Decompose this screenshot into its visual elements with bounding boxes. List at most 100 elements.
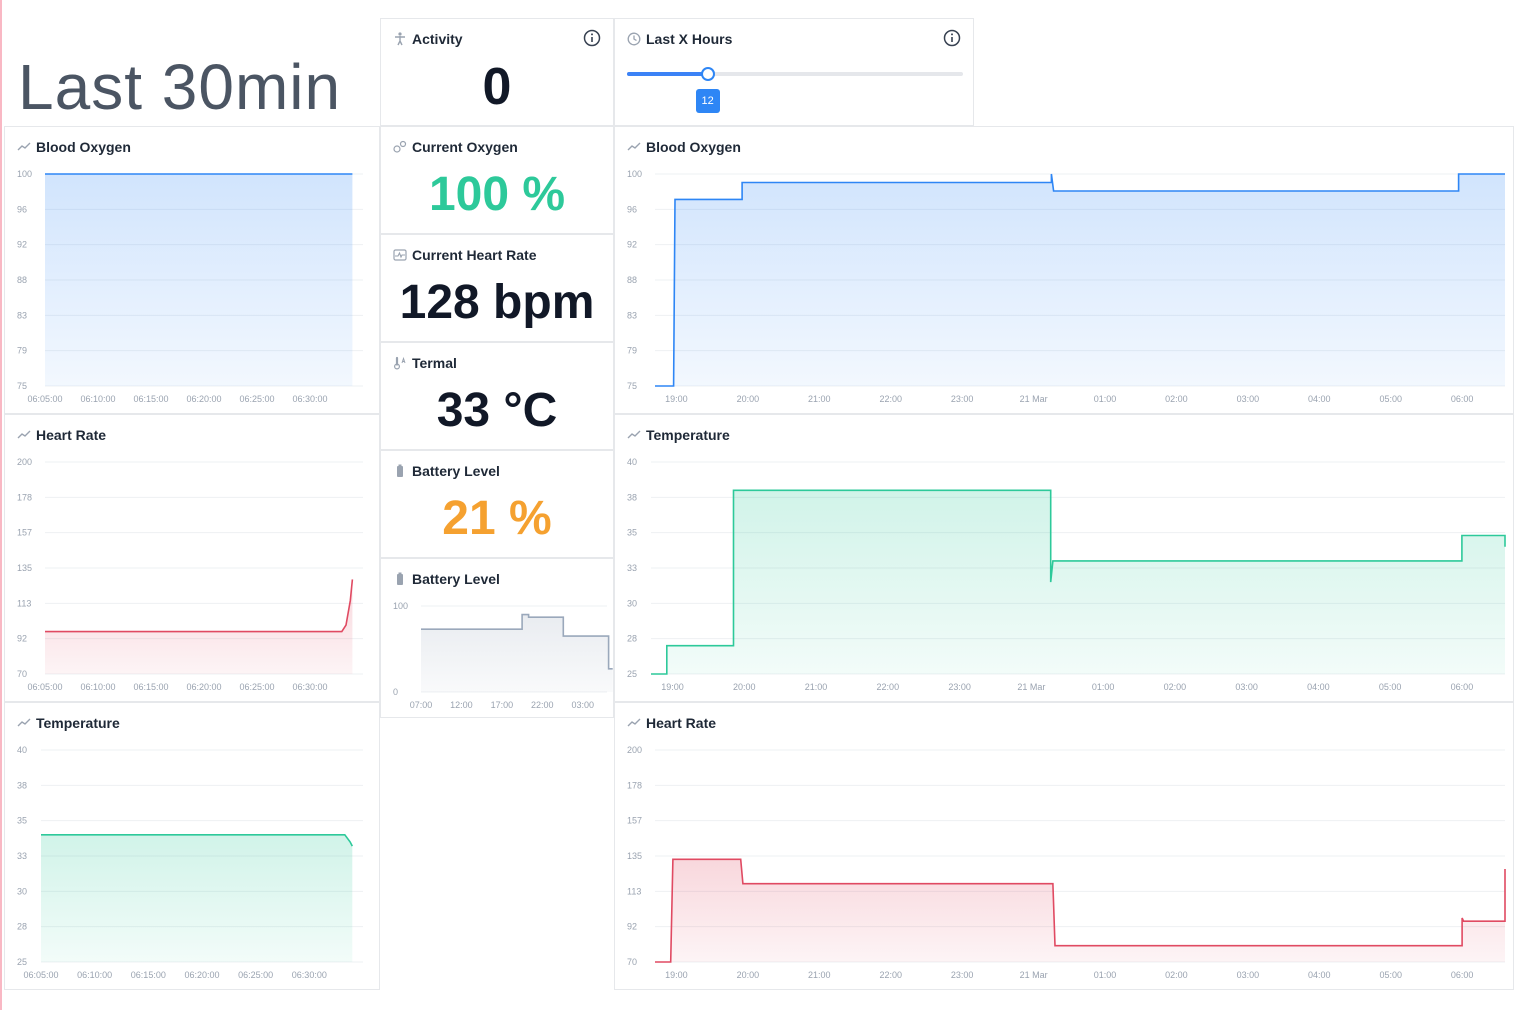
current-heart-rate-value: 128 bpm bbox=[399, 276, 595, 329]
y-tick-label: 100 bbox=[393, 601, 408, 611]
y-tick-label: 75 bbox=[627, 381, 637, 391]
y-tick-label: 200 bbox=[627, 745, 642, 755]
clock-icon bbox=[627, 32, 641, 46]
y-tick-label: 200 bbox=[17, 457, 32, 467]
x-tick-label: 06:00 bbox=[1451, 682, 1474, 692]
blood-oxygen-30-panel: Blood Oxygen 100 96 92 88 83 79 75 06:05:00 06:1… bbox=[4, 126, 380, 414]
blood-oxygen-12h-chart: 100 96 92 88 83 79 75 19:00 20:00 21:00 22:00 23:00… bbox=[627, 169, 1505, 404]
battery-level-label: Battery Level bbox=[412, 463, 500, 479]
heart-rate-30-panel: Heart Rate 200 178 157 135 113 92 70 06:05:00 06… bbox=[4, 414, 380, 702]
x-tick-label: 06:10:00 bbox=[77, 970, 112, 980]
y-tick-label: 40 bbox=[17, 745, 27, 755]
current-oxygen-title: Current Oxygen bbox=[393, 139, 518, 155]
x-tick-label: 04:00 bbox=[1308, 970, 1331, 980]
x-tick-label: 06:30:00 bbox=[292, 970, 327, 980]
y-tick-label: 0 bbox=[393, 687, 398, 697]
y-tick-label: 83 bbox=[627, 310, 637, 320]
last-x-hours-label: Last X Hours bbox=[646, 31, 733, 47]
y-tick-label: 88 bbox=[17, 275, 27, 285]
series-area bbox=[651, 490, 1505, 674]
y-tick-label: 113 bbox=[17, 598, 31, 608]
y-tick-label: 79 bbox=[627, 346, 637, 356]
activity-value: 0 bbox=[482, 58, 512, 116]
y-tick-label: 92 bbox=[627, 922, 637, 932]
last-30min-title: Last 30min bbox=[18, 51, 342, 123]
x-tick-label: 20:00 bbox=[733, 682, 756, 692]
x-tick-label: 19:00 bbox=[661, 682, 684, 692]
series-area bbox=[41, 834, 353, 962]
activity-title: Activity bbox=[393, 31, 463, 47]
x-tick-label: 05:00 bbox=[1379, 682, 1402, 692]
x-tick-label: 06:15:00 bbox=[133, 682, 168, 692]
heart-rate-30-chart: 200 178 157 135 113 92 7006:05:00 06:10:00 06:15… bbox=[17, 457, 363, 692]
temperature-12h-chart: 40 38 35 33 30 28 25 19:00 20:00 21:00 22:00 23:00 2… bbox=[627, 457, 1506, 692]
termal-value: 33 °C bbox=[436, 384, 558, 437]
x-tick-label: 06:30:00 bbox=[292, 394, 327, 404]
temperature-12h-panel: Temperature 40 38 35 33 30 28 25 19:00 20:00 21:0… bbox=[614, 414, 1514, 702]
x-tick-label: 06:25:00 bbox=[238, 970, 273, 980]
y-tick-label: 28 bbox=[17, 922, 27, 932]
activity-label: Activity bbox=[412, 31, 463, 47]
x-tick-label: 21 Mar bbox=[1020, 970, 1048, 980]
y-tick-label: 35 bbox=[17, 816, 27, 826]
y-tick-label: 40 bbox=[627, 457, 637, 467]
battery-level-title: Battery Level bbox=[393, 463, 500, 479]
slider-value-badge: 12 bbox=[695, 89, 720, 113]
x-tick-label: 06:25:00 bbox=[239, 682, 274, 692]
y-tick-label: 79 bbox=[17, 346, 27, 356]
x-tick-label: 05:00 bbox=[1379, 394, 1402, 404]
y-tick-label: 135 bbox=[17, 563, 32, 573]
x-tick-label: 06:00 bbox=[1451, 970, 1474, 980]
current-oxygen-value: 100 % bbox=[428, 168, 566, 221]
y-tick-label: 92 bbox=[17, 240, 27, 250]
current-oxygen-panel: Current Oxygen 100 % bbox=[380, 126, 614, 234]
y-tick-label: 35 bbox=[627, 528, 637, 538]
y-tick-label: 100 bbox=[17, 169, 32, 179]
y-tick-label: 30 bbox=[17, 886, 27, 896]
y-tick-label: 25 bbox=[627, 669, 637, 679]
x-tick-label: 02:00 bbox=[1164, 682, 1187, 692]
series-area bbox=[45, 174, 353, 386]
heart-rate-12h-chart: 200 178 157 135 113 92 70 19:00 20:00 21:00 22:00 2… bbox=[627, 745, 1506, 980]
y-tick-label: 25 bbox=[17, 957, 27, 967]
y-tick-label: 83 bbox=[17, 310, 27, 320]
info-icon[interactable] bbox=[583, 29, 601, 47]
y-tick-label: 70 bbox=[627, 957, 637, 967]
termal-label: Termal bbox=[412, 355, 457, 371]
y-tick-label: 157 bbox=[627, 816, 642, 826]
battery-chart-panel: Battery Level 100 0 07:00 12:00 17:00 22:00 03… bbox=[380, 558, 614, 718]
hours-slider[interactable] bbox=[627, 67, 963, 81]
series-line bbox=[45, 579, 354, 633]
blood-oxygen-30-chart: 100 96 92 88 83 79 7506:05:00 06:10:00 06:15:00 0… bbox=[17, 169, 363, 404]
x-tick-label: 06:00 bbox=[1451, 394, 1474, 404]
current-oxygen-label: Current Oxygen bbox=[412, 139, 518, 155]
last-x-hours-title: Last X Hours bbox=[627, 31, 732, 47]
heart-rate-12h-panel: Heart Rate 200 178 157 135 113 92 70 19:00 20:00… bbox=[614, 702, 1514, 990]
temperature-30-chart: 40 38 35 33 30 28 25 06:05:00 06:10:00 06:15:00 06… bbox=[17, 745, 363, 980]
last-30min-panel: Last 30min bbox=[4, 16, 380, 126]
y-tick-label: 157 bbox=[17, 528, 32, 538]
x-tick-label: 21 Mar bbox=[1017, 682, 1045, 692]
x-tick-label: 07:00 bbox=[410, 700, 433, 710]
y-tick-label: 88 bbox=[627, 275, 637, 285]
x-tick-label: 06:10:00 bbox=[80, 682, 115, 692]
y-tick-label: 30 bbox=[627, 598, 637, 608]
slider-thumb[interactable] bbox=[700, 67, 715, 81]
series-area bbox=[655, 859, 1505, 962]
x-tick-label: 21:00 bbox=[808, 394, 831, 404]
person-icon bbox=[393, 32, 407, 46]
y-tick-label: 92 bbox=[17, 634, 27, 644]
info-icon[interactable] bbox=[943, 29, 961, 47]
x-tick-label: 17:00 bbox=[491, 700, 514, 710]
x-tick-label: 03:00 bbox=[1235, 682, 1258, 692]
battery-level-value: 21 % bbox=[442, 492, 552, 545]
x-tick-label: 06:05:00 bbox=[23, 970, 58, 980]
battery-level-panel: Battery Level 21 % bbox=[380, 450, 614, 558]
x-tick-label: 01:00 bbox=[1094, 970, 1117, 980]
y-tick-label: 38 bbox=[17, 780, 27, 790]
x-tick-label: 02:00 bbox=[1165, 970, 1188, 980]
x-tick-label: 22:00 bbox=[877, 682, 900, 692]
x-tick-label: 21:00 bbox=[808, 970, 831, 980]
y-tick-label: 178 bbox=[627, 780, 642, 790]
x-tick-label: 06:20:00 bbox=[184, 970, 219, 980]
